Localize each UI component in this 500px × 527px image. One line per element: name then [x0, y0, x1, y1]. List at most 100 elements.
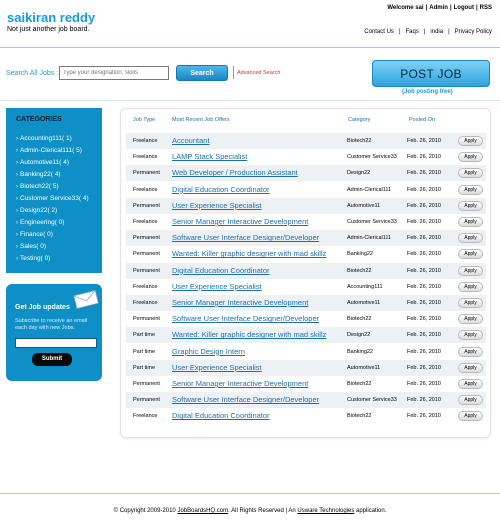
job-type: Part time: [133, 364, 156, 371]
category-item[interactable]: › Design22( 2): [16, 207, 57, 214]
apply-button[interactable]: Apply: [458, 152, 483, 163]
apply-button[interactable]: Apply: [458, 136, 483, 146]
job-title-link[interactable]: Web Developer / Production Assistant: [172, 168, 298, 177]
job-title-link[interactable]: Digital Education Coordinator: [172, 185, 270, 194]
table-row: Part time Graphic Design Intern Banking22 F…: [126, 344, 486, 360]
apply-button[interactable]: Apply: [458, 184, 483, 195]
job-posted-date: Feb. 26, 2010: [407, 138, 441, 144]
job-title-link[interactable]: Software User Interface Designer/Develop…: [172, 233, 319, 242]
column-header-category: Category: [348, 117, 371, 123]
job-posted-date: Feb. 26, 2010: [407, 413, 441, 420]
category-item[interactable]: › Banking22( 4): [16, 171, 60, 178]
logout-link[interactable]: Logout: [454, 5, 474, 11]
job-title-link[interactable]: Wanted: Killer graphic designer with mad…: [172, 330, 326, 339]
job-title-link[interactable]: Software User Interface Designer/Develop…: [172, 395, 319, 404]
job-posted-date: Feb. 26, 2010: [407, 170, 441, 177]
job-title-link[interactable]: Software User Interface Designer/Develop…: [172, 314, 319, 323]
categories-panel: CATEGORIES › Accounting111( 1) › Admin-Cle…: [6, 108, 102, 273]
job-type: Permanent: [133, 267, 160, 274]
job-category: Customer Service33: [347, 397, 397, 404]
footer-rights: . All Rights Reserved | An: [228, 508, 296, 514]
search-button[interactable]: Search: [176, 65, 228, 81]
job-category: Accounting111: [347, 283, 383, 290]
nav-india[interactable]: india: [430, 29, 443, 35]
nav-faqs[interactable]: Faqs: [406, 29, 419, 35]
job-type: Part time: [133, 332, 156, 339]
job-title-link[interactable]: User Experience Specialist: [172, 282, 262, 291]
job-title-link[interactable]: Senior Manager Interactive Development: [172, 217, 308, 226]
job-category: Automotive11: [347, 300, 381, 306]
apply-button[interactable]: Apply: [458, 395, 483, 406]
apply-button[interactable]: Apply: [458, 249, 483, 260]
job-title-link[interactable]: Senior Manager Interactive Development: [172, 298, 308, 307]
table-row: Freelance Accountant Biotech22 Feb. 26, 201…: [126, 133, 486, 149]
category-item[interactable]: › Accounting111( 1): [16, 135, 72, 142]
job-posted-date: Feb. 26, 2010: [407, 348, 441, 355]
table-row: Permanent Senior Manager Interactive Deve…: [126, 376, 486, 392]
post-job-subtext[interactable]: (Job posting free): [402, 89, 453, 95]
search-input[interactable]: [59, 66, 169, 80]
job-table-panel: Job Type Most Recent Job Offers Category…: [120, 108, 491, 438]
category-item[interactable]: › Sales( 0): [16, 243, 46, 250]
chevron-right-icon: ›: [16, 172, 18, 178]
submit-button[interactable]: Submit: [32, 353, 72, 366]
advanced-search-link[interactable]: Advanced Search: [237, 70, 280, 76]
category-item[interactable]: › Engineering( 0): [16, 219, 64, 226]
envelope-icon: [73, 290, 99, 309]
column-header-posted: Posted On: [409, 117, 435, 123]
apply-button[interactable]: Apply: [458, 217, 483, 227]
job-type: Freelance: [133, 138, 158, 144]
category-item[interactable]: › Customer Service33( 4): [16, 195, 89, 202]
job-title-link[interactable]: Accountant: [172, 136, 210, 145]
admin-link[interactable]: Admin: [429, 5, 448, 11]
category-item[interactable]: › Admin-Clerical111( 5): [16, 147, 82, 154]
job-updates-text: Subscribe to receive an email each day w…: [15, 318, 88, 331]
chevron-right-icon: ›: [16, 232, 18, 238]
column-header-type: Job Type: [133, 117, 156, 123]
table-row: Permanent Web Developer / Production Assi…: [126, 165, 486, 182]
apply-button[interactable]: Apply: [458, 362, 483, 373]
post-job-button[interactable]: POST JOB: [372, 60, 490, 87]
apply-button[interactable]: Apply: [458, 200, 483, 211]
apply-button[interactable]: Apply: [458, 330, 483, 341]
job-title-link[interactable]: Digital Education Coordinator: [172, 266, 270, 275]
job-title-link[interactable]: Senior Manager Interactive Development: [172, 379, 308, 388]
apply-button[interactable]: Apply: [458, 265, 483, 276]
email-field[interactable]: [15, 338, 97, 348]
nav-privacy-policy[interactable]: Privacy Policy: [455, 29, 492, 35]
job-posted-date: Feb. 26, 2010: [407, 251, 441, 258]
job-category: Admin-Clerical111: [347, 186, 392, 193]
nav-contact-us[interactable]: Contact Us: [364, 29, 394, 35]
job-title-link[interactable]: Wanted: Killer graphic designer with mad…: [172, 249, 326, 258]
footer-site-link[interactable]: JobBoardsHQ.com: [177, 508, 228, 514]
apply-button[interactable]: Apply: [458, 379, 483, 389]
apply-button[interactable]: Apply: [458, 233, 483, 244]
rss-link[interactable]: RSS: [480, 5, 492, 11]
category-item[interactable]: › Biotech22( 5): [16, 183, 59, 190]
job-posted-date: Feb. 26, 2010: [407, 397, 441, 404]
category-item[interactable]: › Finance( 0): [16, 231, 53, 238]
category-item[interactable]: › Automotive11( 4): [16, 159, 69, 166]
footer-copyright: © Copyright 2009-2010: [113, 508, 176, 514]
footer-company-link[interactable]: Usware Technologies: [297, 508, 354, 514]
category-item[interactable]: › Testing( 0): [16, 255, 50, 262]
apply-button[interactable]: Apply: [458, 281, 483, 292]
job-category: Automotive11: [347, 202, 381, 209]
job-title-link[interactable]: User Experience Specialist: [172, 201, 262, 210]
job-title-link[interactable]: Graphic Design Intern: [172, 347, 245, 356]
apply-button[interactable]: Apply: [458, 314, 483, 325]
apply-button[interactable]: Apply: [458, 168, 483, 179]
job-title-link[interactable]: LAMP Stack Specialist: [172, 152, 247, 161]
apply-button[interactable]: Apply: [458, 346, 483, 357]
chevron-right-icon: ›: [16, 184, 18, 190]
site-tagline: Not just another job board.: [7, 26, 90, 33]
job-type: Permanent: [133, 170, 160, 177]
chevron-right-icon: ›: [16, 244, 18, 250]
apply-button[interactable]: Apply: [458, 411, 483, 422]
table-row: Freelance Senior Manager Interactive Deve…: [126, 214, 486, 230]
job-title-link[interactable]: User Experience Specialist: [172, 363, 262, 372]
apply-button[interactable]: Apply: [458, 298, 483, 308]
site-title[interactable]: saikiran reddy: [7, 10, 95, 25]
job-title-link[interactable]: Digital Education Coordinator: [172, 411, 270, 420]
job-posted-date: Feb. 26, 2010: [407, 332, 441, 339]
